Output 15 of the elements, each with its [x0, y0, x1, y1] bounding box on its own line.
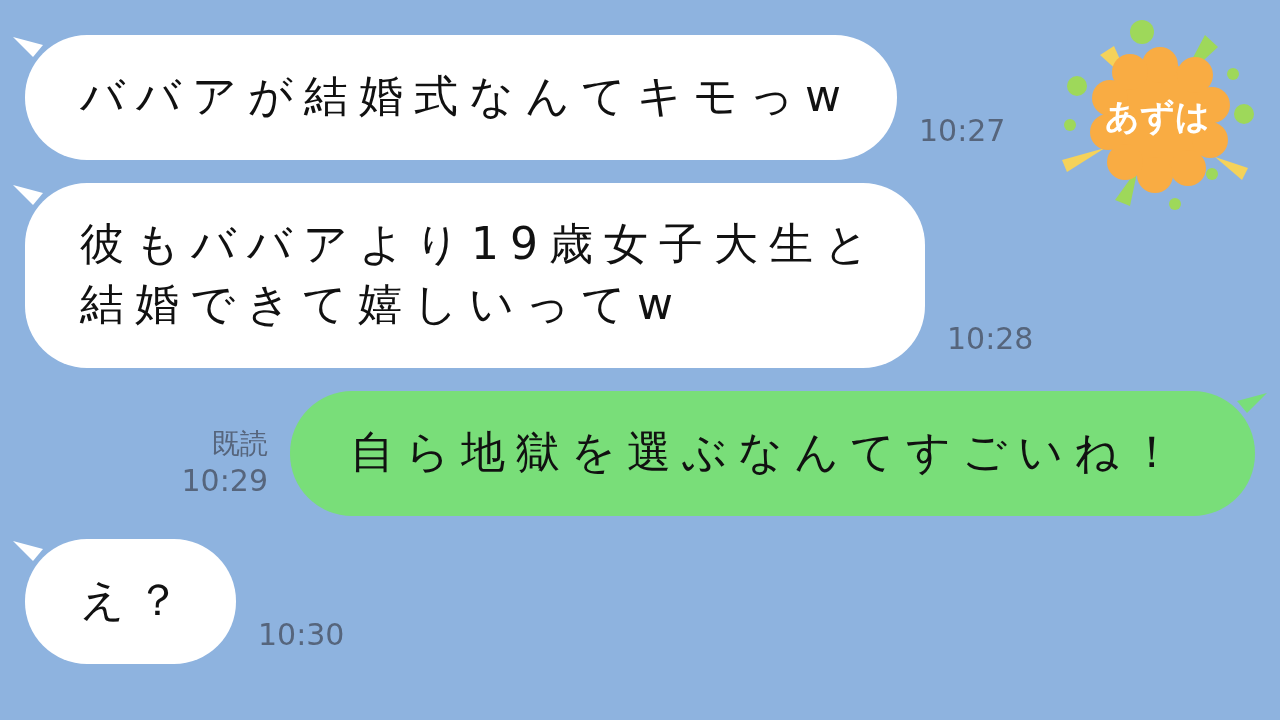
bubble-tail: [13, 37, 43, 57]
message-time: 10:28: [947, 321, 1034, 356]
message-text: 自ら地獄を選ぶなんてすごいね！: [350, 425, 1185, 479]
message-time: 10:27: [919, 113, 1006, 148]
bubble-tail: [13, 185, 43, 205]
contact-name: あずは: [1105, 95, 1210, 138]
message-text: ババアが結婚式なんてキモっw: [80, 69, 852, 123]
read-receipt: 既読: [212, 426, 268, 462]
message-text: 結婚できて嬉しいってw: [80, 277, 684, 331]
message-text: 彼もババアより19歳女子大生と: [80, 217, 880, 271]
bubble-tail: [13, 541, 43, 561]
bubble-tail: [1237, 393, 1267, 413]
message-time: 10:30: [258, 617, 345, 652]
message-text: え？: [80, 573, 191, 627]
message-time: 10:29: [181, 463, 268, 498]
